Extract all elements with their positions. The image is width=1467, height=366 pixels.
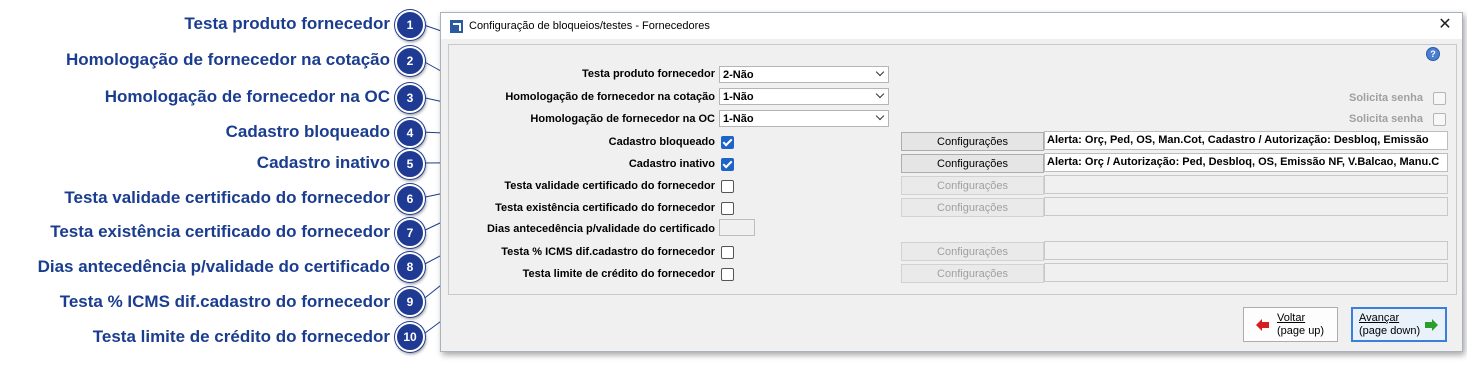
callout-badge-9: 9 xyxy=(395,287,425,317)
label-validade-cert: Testa validade certificado do fornecedor xyxy=(504,180,715,192)
config-button-existencia-cert[interactable]: Configurações xyxy=(901,198,1044,217)
select-homolog-oc-value: 1-Não xyxy=(723,113,754,125)
text-validade-cert[interactable] xyxy=(1044,175,1448,194)
avancar-shortcut: (page down) xyxy=(1359,325,1421,337)
callout-badge-10: 10 xyxy=(395,322,425,352)
callout-label-2: Homologação de fornecedor na cotação xyxy=(65,50,390,69)
checkbox-existencia-cert[interactable] xyxy=(721,202,734,215)
config-button-validade-cert[interactable]: Configurações xyxy=(901,176,1044,195)
arrow-right-icon xyxy=(1425,319,1438,331)
callout-label-7: Testa existência certificado do forneced… xyxy=(50,222,390,241)
callout-badge-3: 3 xyxy=(395,83,425,113)
checkbox-limite-credito[interactable] xyxy=(721,268,734,281)
solicita-senha-checkbox-2[interactable] xyxy=(1433,113,1446,126)
config-dialog: Configuração de bloqueios/testes - Forne… xyxy=(440,12,1463,352)
callout-label-8: Dias antecedência p/validade do certific… xyxy=(37,257,390,276)
avancar-button[interactable]: Avançar (page down) xyxy=(1351,307,1447,342)
checkbox-icms-dif[interactable] xyxy=(721,246,734,259)
label-limite-credito: Testa limite de crédito do fornecedor xyxy=(522,268,715,280)
voltar-shortcut: (page up) xyxy=(1277,325,1325,337)
text-existencia-cert[interactable] xyxy=(1044,197,1448,216)
close-icon[interactable]: ✕ xyxy=(1435,15,1455,35)
solicita-senha-label-2: Solicita senha xyxy=(1349,113,1423,125)
label-cadastro-bloqueado: Cadastro bloqueado xyxy=(608,136,715,148)
text-limite-credito[interactable] xyxy=(1044,263,1448,282)
avancar-label: Avançar xyxy=(1359,312,1400,324)
config-button-cadastro-bloqueado[interactable]: Configurações xyxy=(901,132,1044,151)
label-existencia-cert: Testa existência certificado do forneced… xyxy=(495,202,715,214)
label-testa-produto: Testa produto fornecedor xyxy=(581,68,715,80)
callout-badge-5: 5 xyxy=(395,149,425,179)
label-cadastro-inativo: Cadastro inativo xyxy=(628,158,715,170)
callout-label-5: Cadastro inativo xyxy=(256,153,390,172)
select-testa-produto[interactable]: 2-Não xyxy=(719,66,889,83)
label-homolog-cotacao: Homologação de fornecedor na cotação xyxy=(505,91,715,103)
callout-badge-6: 6 xyxy=(395,184,425,214)
chevron-down-icon xyxy=(875,111,885,121)
chevron-down-icon xyxy=(875,67,885,77)
window-title: Configuração de bloqueios/testes - Forne… xyxy=(469,20,710,32)
chevron-down-icon xyxy=(875,89,885,99)
label-icms-dif: Testa % ICMS dif.cadastro do fornecedor xyxy=(501,246,715,258)
checkbox-cadastro-inativo[interactable] xyxy=(721,158,734,171)
checkbox-validade-cert[interactable] xyxy=(721,180,734,193)
callout-badge-7: 7 xyxy=(395,218,425,248)
select-homolog-cotacao[interactable]: 1-Não xyxy=(719,88,889,105)
config-button-cadastro-inativo[interactable]: Configurações xyxy=(901,154,1044,173)
text-cadastro-inativo[interactable]: Alerta: Orç / Autorização: Ped, Desbloq,… xyxy=(1044,153,1448,172)
callout-label-4: Cadastro bloqueado xyxy=(225,122,390,141)
callout-label-6: Testa validade certificado do fornecedor xyxy=(64,188,390,207)
callout-badge-2: 2 xyxy=(395,46,425,76)
callout-label-1: Testa produto fornecedor xyxy=(184,14,390,33)
callout-label-10: Testa limite de crédito do fornecedor xyxy=(92,327,390,346)
select-homolog-cotacao-value: 1-Não xyxy=(723,91,754,103)
text-icms-dif[interactable] xyxy=(1044,241,1448,260)
callout-label-9: Testa % ICMS dif.cadastro do fornecedor xyxy=(59,292,390,311)
select-testa-produto-value: 2-Não xyxy=(723,69,754,81)
label-dias-antecedencia: Dias antecedência p/validade do certific… xyxy=(486,223,715,235)
voltar-button[interactable]: Voltar (page up) xyxy=(1243,307,1338,342)
select-homolog-oc[interactable]: 1-Não xyxy=(719,110,889,127)
callout-label-3: Homologação de fornecedor na OC xyxy=(104,87,390,106)
text-cadastro-bloqueado[interactable]: Alerta: Orç, Ped, OS, Man.Cot, Cadastro … xyxy=(1044,131,1448,150)
solicita-senha-label-1: Solicita senha xyxy=(1349,92,1423,104)
solicita-senha-checkbox-1[interactable] xyxy=(1433,92,1446,105)
voltar-label: Voltar xyxy=(1277,312,1306,324)
callout-badge-4: 4 xyxy=(395,118,425,148)
title-bar: Configuração de bloqueios/testes - Forne… xyxy=(441,13,1462,39)
label-homolog-oc: Homologação de fornecedor na OC xyxy=(530,113,715,125)
callout-badge-8: 8 xyxy=(395,252,425,282)
checkbox-cadastro-bloqueado[interactable] xyxy=(721,136,734,149)
callout-badge-1: 1 xyxy=(395,10,425,40)
input-dias-antecedencia[interactable] xyxy=(719,219,755,236)
config-button-limite-credito[interactable]: Configurações xyxy=(901,264,1044,283)
arrow-left-icon xyxy=(1256,319,1269,331)
app-icon xyxy=(450,20,463,33)
config-button-icms-dif[interactable]: Configurações xyxy=(901,242,1044,261)
